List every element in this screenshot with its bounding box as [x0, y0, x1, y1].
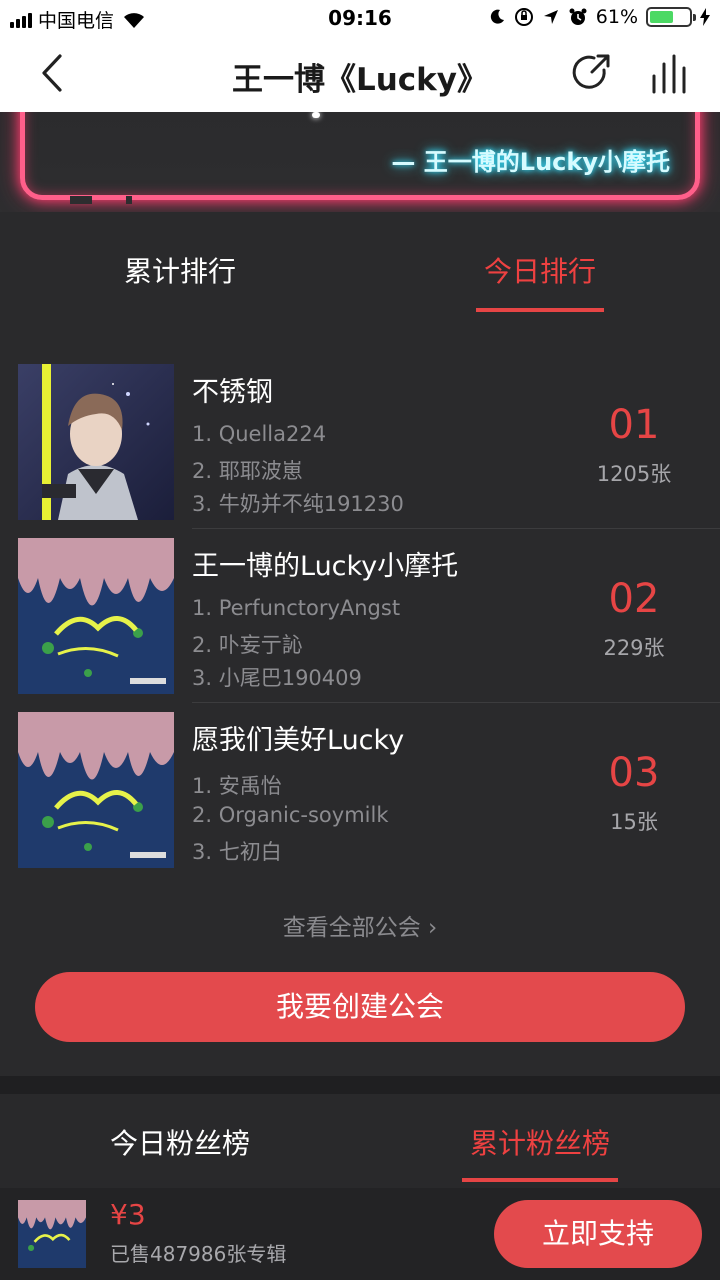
- section-divider: [0, 1076, 720, 1094]
- rank-number: 03: [608, 750, 660, 796]
- neon-frame-gap: [70, 196, 92, 204]
- rank-count: 1205张: [596, 462, 672, 486]
- rank-count: 15张: [610, 810, 658, 834]
- bottom-purchase-bar: ¥3 已售487986张专辑 立即支持: [0, 1188, 720, 1280]
- club-member: 1. Quella224: [192, 422, 327, 446]
- neon-dot: [312, 112, 320, 118]
- navigation-bar: 王一博《Lucky》: [0, 36, 720, 112]
- album-thumbnail: [18, 1200, 86, 1268]
- sold-count: 已售487986张专辑: [110, 1242, 287, 1266]
- list-item[interactable]: 愿我们美好Lucky 1. 安禹怡 2. Organic-soymilk 3. …: [0, 712, 720, 886]
- support-now-button[interactable]: 立即支持: [494, 1200, 702, 1268]
- club-cover-image: [18, 712, 174, 868]
- club-member: 1. PerfunctoryAngst: [192, 596, 401, 620]
- list-divider: [192, 528, 720, 529]
- location-icon: [543, 10, 558, 24]
- battery-level: [650, 11, 674, 23]
- battery-percent: 61%: [595, 6, 638, 28]
- club-cover-image: [18, 364, 174, 520]
- status-bar: 中国电信 09:16 61%: [0, 0, 720, 36]
- list-item[interactable]: 不锈钢 1. Quella224 2. 耶耶波崽 3. 牛奶并不纯191230 …: [0, 364, 720, 538]
- neon-frame-gap: [126, 196, 132, 204]
- banner-neon-text: — 王一博的Lucky小摩托: [391, 148, 670, 176]
- ranking-tabs: 累计排行 今日排行: [0, 250, 720, 350]
- active-tab-indicator: [462, 1178, 618, 1182]
- status-right: 61%: [488, 6, 710, 28]
- list-divider: [192, 702, 720, 703]
- charging-icon: [700, 8, 710, 26]
- club-cover-image: [18, 538, 174, 694]
- club-member: 2. 卟妄亍訫: [192, 633, 303, 657]
- tab-cumulative-fans[interactable]: 累计粉丝榜: [390, 1122, 690, 1162]
- tab-cumulative-ranking[interactable]: 累计排行: [30, 250, 330, 290]
- rotation-lock-icon: [514, 8, 533, 26]
- share-icon[interactable]: [568, 50, 614, 96]
- club-name: 王一博的Lucky小摩托: [192, 551, 459, 582]
- tab-today-fans[interactable]: 今日粉丝榜: [30, 1122, 330, 1162]
- rank-number: 01: [608, 402, 660, 448]
- album-price: ¥3: [110, 1198, 146, 1231]
- club-member: 2. Organic-soymilk: [192, 803, 389, 827]
- neon-banner: — 王一博的Lucky小摩托: [0, 112, 720, 212]
- club-member: 3. 小尾巴190409: [192, 666, 362, 690]
- rank-count: 229张: [603, 636, 665, 660]
- list-item[interactable]: 王一博的Lucky小摩托 1. PerfunctoryAngst 2. 卟妄亍訫…: [0, 538, 720, 712]
- tab-today-ranking[interactable]: 今日排行: [390, 250, 690, 290]
- active-tab-indicator: [476, 308, 604, 312]
- view-all-clubs-link[interactable]: 查看全部公会 ›: [0, 908, 720, 942]
- club-name: 愿我们美好Lucky: [192, 725, 405, 756]
- club-member: 3. 牛奶并不纯191230: [192, 492, 404, 516]
- alarm-icon: [569, 8, 587, 25]
- club-member: 3. 七初白: [192, 840, 282, 864]
- club-name: 不锈钢: [192, 377, 273, 408]
- bars-chart-icon[interactable]: [648, 52, 694, 98]
- rank-number: 02: [608, 576, 660, 622]
- club-member: 2. 耶耶波崽: [192, 459, 303, 483]
- club-member: 1. 安禹怡: [192, 774, 282, 798]
- battery-icon: [646, 7, 696, 27]
- create-club-button[interactable]: 我要创建公会: [35, 972, 685, 1042]
- fan-ranking-section: 今日粉丝榜 累计粉丝榜: [0, 1094, 720, 1188]
- moon-icon: [490, 9, 504, 24]
